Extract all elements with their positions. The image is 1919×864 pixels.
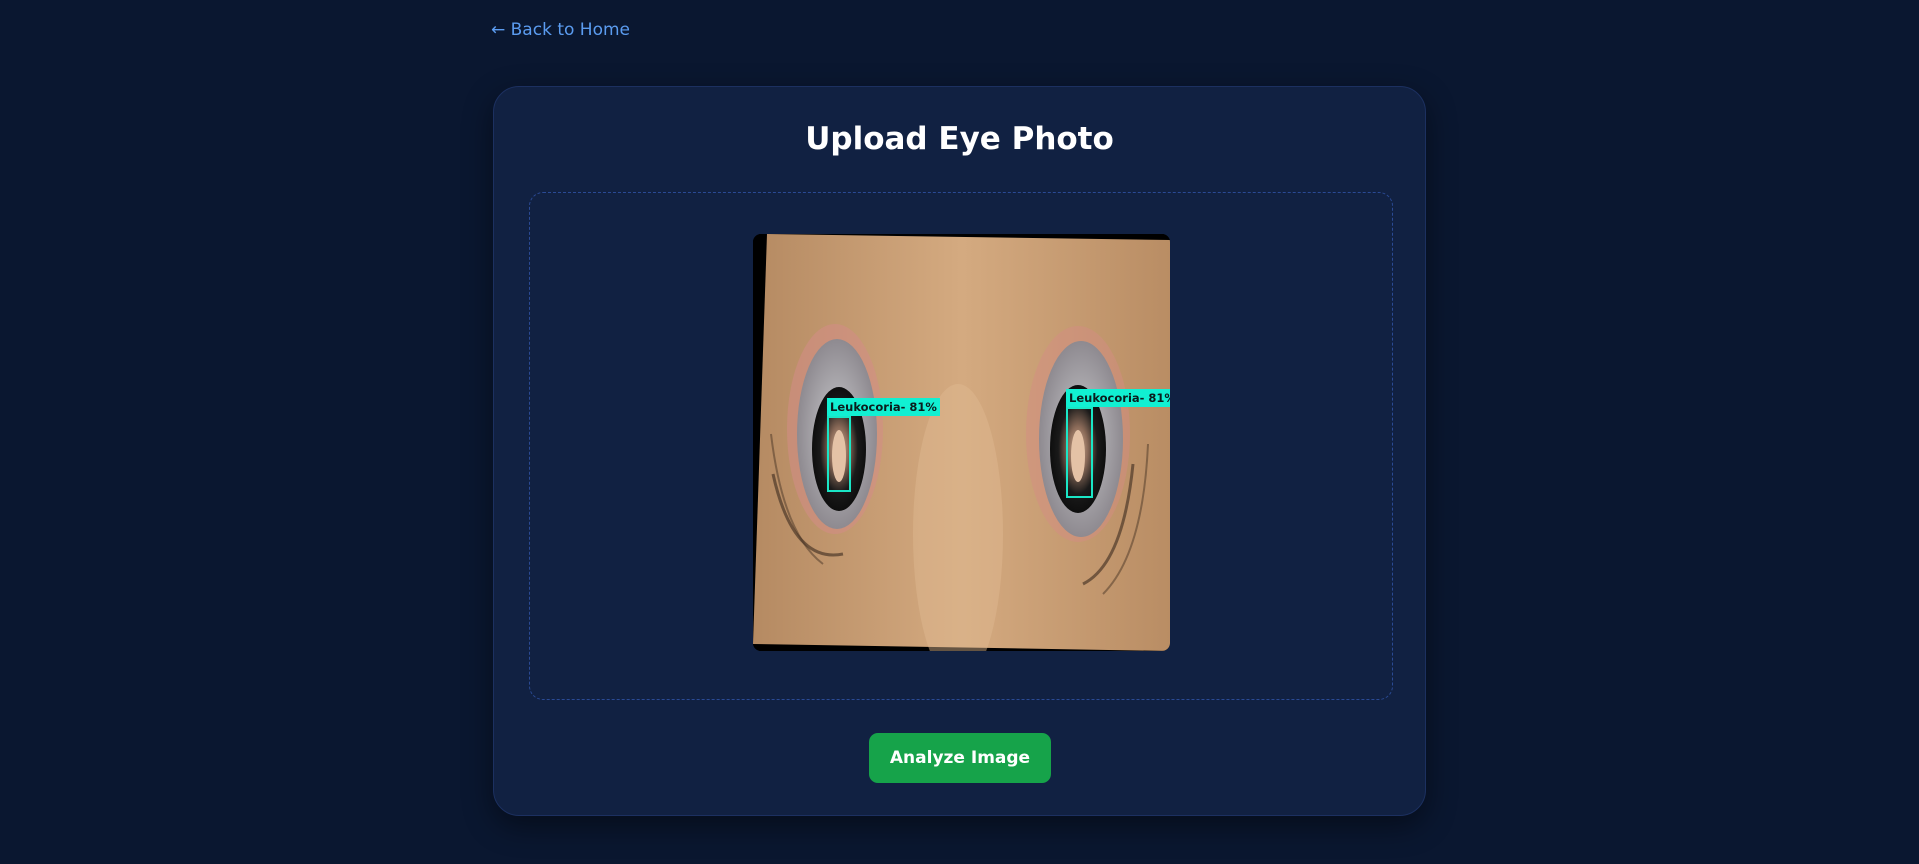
image-dropzone[interactable]: Leukocoria- 81% Leukocoria- 81% <box>529 192 1393 700</box>
detection-box <box>1066 407 1093 498</box>
detection-box <box>827 416 851 492</box>
eye-photo-illustration <box>753 234 1170 651</box>
back-to-home-link[interactable]: ← Back to Home <box>491 20 630 40</box>
analyze-image-button[interactable]: Analyze Image <box>869 733 1051 783</box>
uploaded-eye-image: Leukocoria- 81% Leukocoria- 81% <box>753 234 1170 651</box>
page-title: Upload Eye Photo <box>805 121 1114 157</box>
detection-label: Leukocoria- 81% <box>1066 389 1170 407</box>
detection-label: Leukocoria- 81% <box>827 398 940 416</box>
upload-card: Upload Eye Photo Leukocoria- 81% Leukoco… <box>493 86 1426 816</box>
